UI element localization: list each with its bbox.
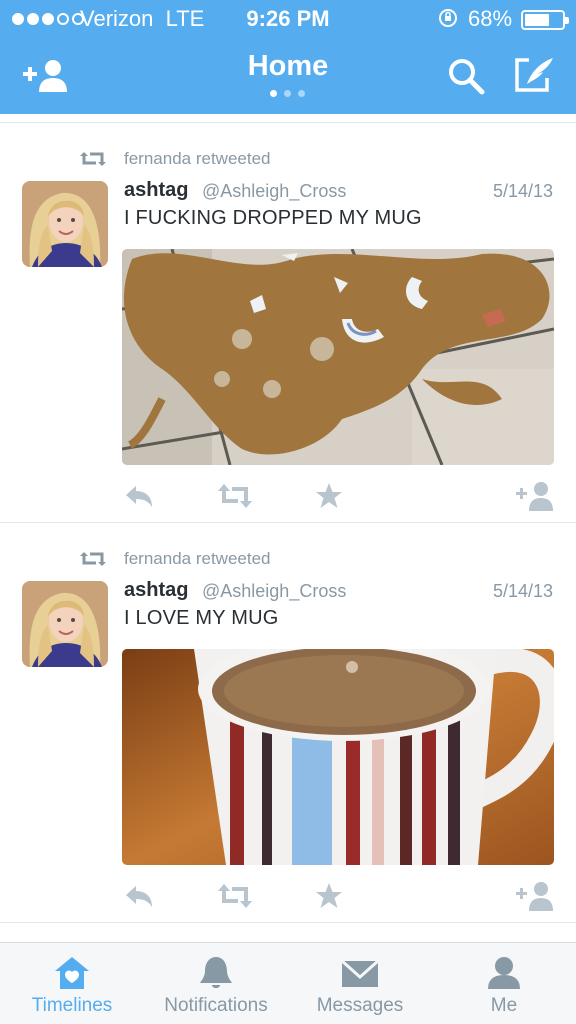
avatar[interactable] — [22, 181, 108, 267]
envelope-icon — [341, 959, 379, 987]
tab-label: Me — [490, 995, 518, 1016]
search-icon[interactable] — [446, 57, 486, 95]
tweet-actions — [0, 481, 576, 511]
reply-icon[interactable] — [124, 881, 154, 911]
page-title: Home — [247, 50, 329, 82]
retweet-label: fernanda retweeted — [124, 149, 271, 168]
tab-timelines[interactable]: Timelines — [0, 943, 144, 1024]
retweet-icon — [80, 552, 106, 566]
reply-icon[interactable] — [124, 481, 154, 511]
favorite-star-icon[interactable] — [315, 481, 343, 511]
add-user-icon[interactable] — [516, 881, 554, 911]
home-icon — [55, 957, 89, 989]
tweet-media-image[interactable] — [122, 649, 554, 865]
timeline[interactable]: fernanda retweeted ashtag @Ashleigh_Cros… — [0, 114, 576, 942]
favorite-star-icon[interactable] — [315, 881, 343, 911]
tab-label: Notifications — [164, 995, 268, 1016]
author-handle[interactable]: @Ashleigh_Cross — [202, 181, 346, 202]
author-handle[interactable]: @Ashleigh_Cross — [202, 581, 346, 602]
page-indicator — [270, 90, 305, 97]
retweet-icon[interactable] — [218, 881, 252, 911]
tweet-card[interactable]: fernanda retweeted ashtag @Ashleigh_Cros… — [0, 523, 576, 923]
orientation-lock-icon — [439, 9, 457, 27]
tweet-actions — [0, 881, 576, 911]
tweet-text: I LOVE MY MUG — [124, 607, 279, 629]
tab-messages[interactable]: Messages — [288, 943, 432, 1024]
tweet-text: I FUCKING DROPPED MY MUG — [124, 207, 422, 229]
tweet-date: 5/14/13 — [492, 581, 553, 601]
retweet-label: fernanda retweeted — [124, 549, 271, 568]
retweet-context: fernanda retweeted — [80, 147, 271, 171]
tab-bar: Timelines Notifications Messages Me — [0, 942, 576, 1024]
battery-icon — [521, 10, 569, 30]
top-nav-bar: Verizon LTE 9:26 PM 68% Home — [0, 0, 576, 114]
tab-label: Timelines — [31, 995, 113, 1016]
author-name[interactable]: ashtag — [124, 179, 188, 202]
tweet-media-image[interactable] — [122, 249, 554, 465]
status-bar: Verizon LTE 9:26 PM 68% — [0, 0, 576, 38]
battery-percent: 68% — [468, 6, 513, 31]
tab-notifications[interactable]: Notifications — [144, 943, 288, 1024]
retweet-icon — [80, 152, 106, 166]
tab-me[interactable]: Me — [432, 943, 576, 1024]
retweet-context: fernanda retweeted — [80, 547, 271, 571]
retweet-icon[interactable] — [218, 481, 252, 511]
tweet-date: 5/14/13 — [492, 181, 553, 201]
tweet-card[interactable]: fernanda retweeted ashtag @Ashleigh_Cros… — [0, 123, 576, 523]
tab-label: Messages — [316, 995, 404, 1016]
person-icon — [488, 957, 520, 989]
author-name[interactable]: ashtag — [124, 579, 188, 602]
add-user-icon[interactable] — [516, 481, 554, 511]
avatar[interactable] — [22, 581, 108, 667]
bell-icon — [200, 957, 232, 988]
compose-icon[interactable] — [513, 56, 555, 94]
